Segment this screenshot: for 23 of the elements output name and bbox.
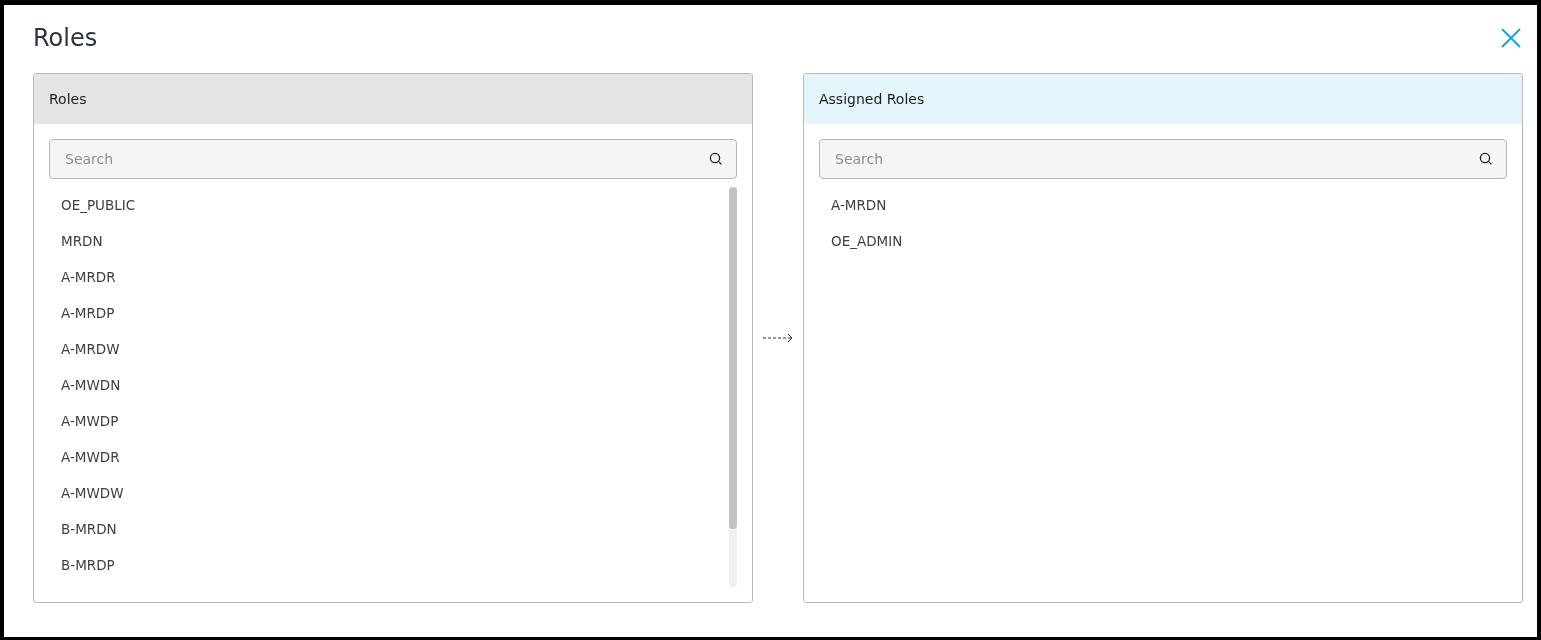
- role-item[interactable]: A-MWDW: [61, 475, 721, 511]
- role-item[interactable]: A-MRDW: [61, 331, 721, 367]
- search-field[interactable]: Search: [49, 139, 737, 179]
- role-item[interactable]: B-MRDP: [61, 547, 721, 583]
- search-icon: [1479, 152, 1493, 166]
- role-item[interactable]: OE_PUBLIC: [61, 187, 721, 223]
- role-item[interactable]: A-MRDR: [61, 259, 721, 295]
- close-button[interactable]: [1499, 26, 1523, 50]
- search-icon: [709, 152, 723, 166]
- search-field[interactable]: Search: [819, 139, 1507, 179]
- role-item[interactable]: A-MRDN: [831, 187, 1507, 223]
- close-icon: [1499, 26, 1523, 50]
- role-item[interactable]: A-MRDP: [61, 295, 721, 331]
- dialog-title: Roles: [33, 24, 98, 52]
- role-item[interactable]: OE_ADMIN: [831, 223, 1507, 259]
- role-item[interactable]: MRDN: [61, 223, 721, 259]
- role-item[interactable]: A-MWDR: [61, 439, 721, 475]
- role-item[interactable]: A-MWDN: [61, 367, 721, 403]
- role-item[interactable]: A-MWDP: [61, 403, 721, 439]
- dashed-arrow-icon: [762, 332, 794, 344]
- panel-header: Assigned Roles: [804, 74, 1522, 124]
- role-item[interactable]: B-MRDN: [61, 511, 721, 547]
- panel-header: Roles: [34, 74, 752, 124]
